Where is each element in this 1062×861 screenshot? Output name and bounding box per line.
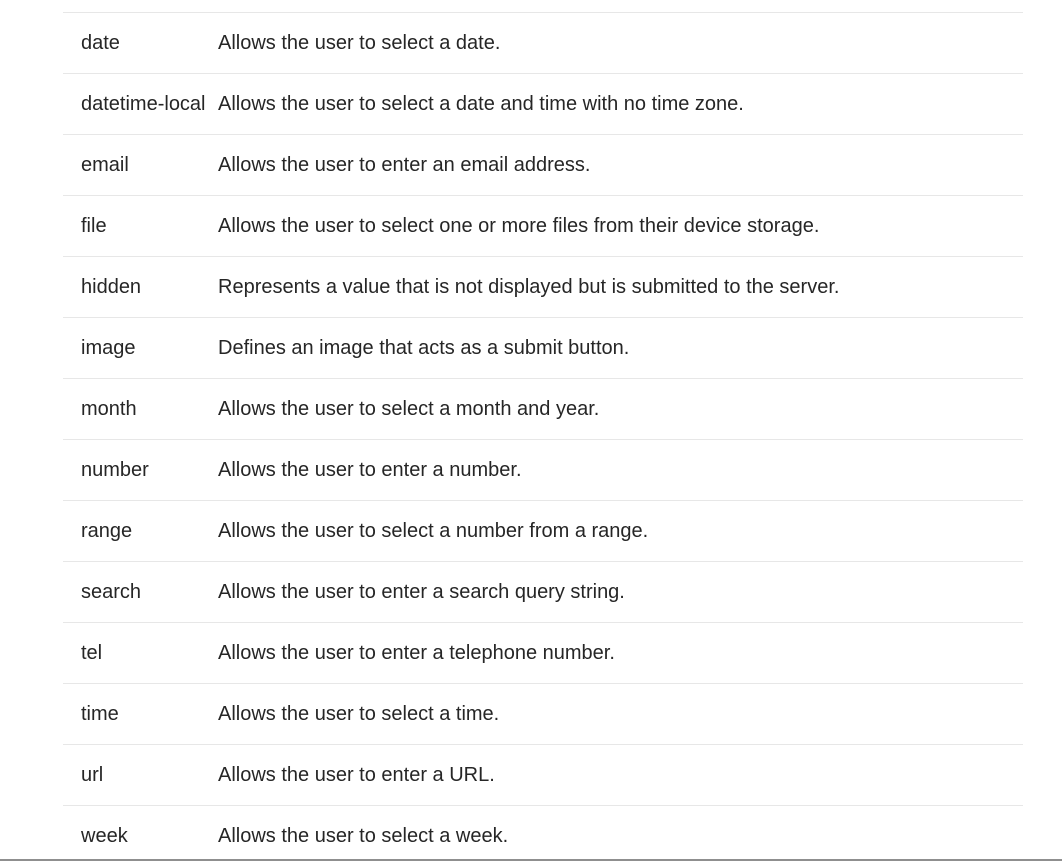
input-type-cell: datetime-local	[81, 93, 206, 115]
input-type-cell: image	[81, 337, 136, 359]
description-cell: Allows the user to enter a URL.	[218, 764, 495, 786]
input-type-cell: hidden	[81, 276, 142, 298]
input-type-cell: month	[81, 398, 137, 420]
description-cell: Allows the user to select a month and ye…	[218, 398, 600, 420]
description-cell: Allows the user to select a date.	[218, 32, 501, 54]
input-types-table: date Allows the user to select a date. d…	[63, 12, 1023, 861]
table-row: range Allows the user to select a number…	[63, 500, 1023, 562]
table-row: url Allows the user to enter a URL.	[63, 744, 1023, 806]
table-row: time Allows the user to select a time.	[63, 683, 1023, 745]
input-type-cell: range	[81, 520, 133, 542]
table-row: number Allows the user to enter a number…	[63, 439, 1023, 501]
input-type-cell: email	[81, 154, 129, 176]
input-type-cell: tel	[81, 642, 103, 664]
table-row: week Allows the user to select a week.	[63, 805, 1023, 861]
table-row: hidden Represents a value that is not di…	[63, 256, 1023, 318]
description-cell: Represents a value that is not displayed…	[218, 276, 840, 298]
description-cell: Defines an image that acts as a submit b…	[218, 337, 630, 359]
input-type-cell: number	[81, 459, 149, 481]
table-row: search Allows the user to enter a search…	[63, 561, 1023, 623]
description-cell: Allows the user to enter a number.	[218, 459, 522, 481]
table-row: image Defines an image that acts as a su…	[63, 317, 1023, 379]
description-cell: Allows the user to enter a search query …	[218, 581, 625, 603]
input-types-table-container: date Allows the user to select a date. d…	[63, 12, 1023, 861]
table-row: date Allows the user to select a date.	[63, 12, 1023, 74]
description-cell: Allows the user to enter an email addres…	[218, 154, 591, 176]
description-cell: Allows the user to select one or more fi…	[218, 215, 820, 237]
table-row: tel Allows the user to enter a telephone…	[63, 622, 1023, 684]
input-type-cell: search	[81, 581, 142, 603]
table-row: month Allows the user to select a month …	[63, 378, 1023, 440]
description-cell: Allows the user to select a number from …	[218, 520, 649, 542]
description-cell: Allows the user to select a time.	[218, 703, 500, 725]
input-type-cell: time	[81, 703, 119, 725]
table-row: file Allows the user to select one or mo…	[63, 195, 1023, 257]
description-cell: Allows the user to select a date and tim…	[218, 93, 744, 115]
input-types-table-body: date Allows the user to select a date. d…	[63, 12, 1023, 861]
input-type-cell: url	[81, 764, 104, 786]
table-row: email Allows the user to enter an email …	[63, 134, 1023, 196]
input-type-cell: week	[81, 825, 128, 848]
input-type-cell: date	[81, 32, 120, 54]
description-cell: Allows the user to enter a telephone num…	[218, 642, 615, 664]
table-row: datetime-local Allows the user to select…	[63, 73, 1023, 135]
description-cell: Allows the user to select a week.	[218, 825, 509, 848]
input-type-cell: file	[81, 215, 107, 237]
